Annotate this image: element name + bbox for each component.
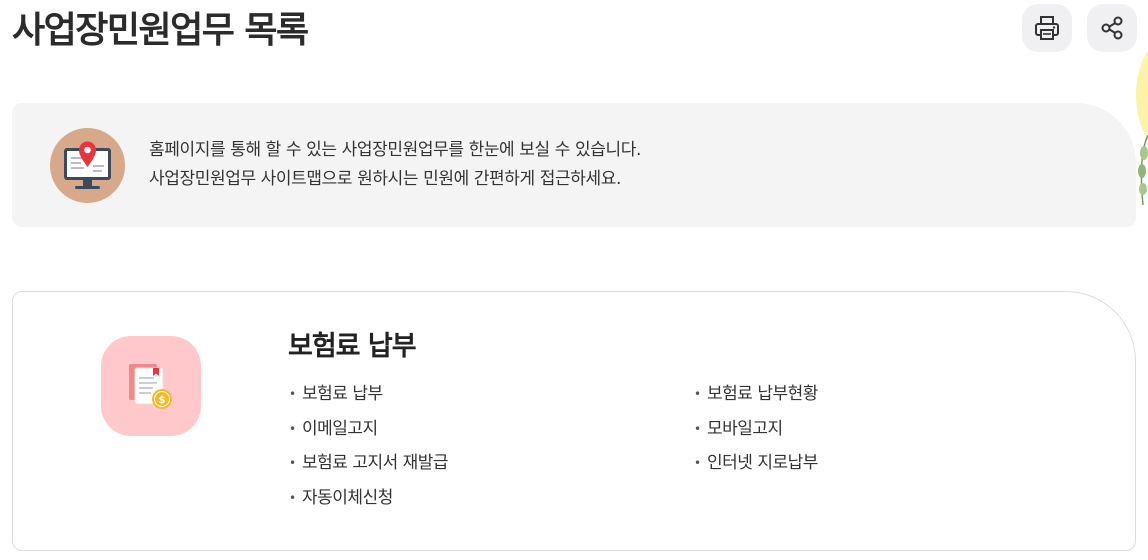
- link-label[interactable]: 모바일고지: [707, 419, 783, 439]
- link-label[interactable]: 인터넷 지로납부: [707, 453, 818, 473]
- document-coin-icon: $: [129, 364, 172, 409]
- link-email-notice[interactable]: • 이메일고지: [289, 415, 448, 450]
- link-label[interactable]: 보험료 납부: [302, 384, 383, 404]
- share-icon: [1101, 16, 1123, 40]
- info-line-1: 홈페이지를 통해 할 수 있는 사업장민원업무를 한눈에 보실 수 있습니다.: [149, 140, 641, 160]
- printer-icon: [1035, 16, 1059, 40]
- category-icon-badge: $: [101, 336, 201, 436]
- info-banner: 홈페이지를 통해 할 수 있는 사업장민원업무를 한눈에 보실 수 있습니다. …: [12, 103, 1136, 227]
- link-list-right: • 보험료 납부현황 • 모바일고지 • 인터넷 지로납부: [694, 380, 818, 484]
- print-button[interactable]: [1022, 4, 1072, 52]
- link-label[interactable]: 자동이체신청: [302, 488, 393, 508]
- bullet-icon: •: [694, 421, 701, 436]
- link-mobile-notice[interactable]: • 모바일고지: [694, 415, 818, 450]
- link-label[interactable]: 보험료 납부현황: [707, 384, 818, 404]
- bullet-icon: •: [289, 421, 296, 436]
- monitor-location-pin-icon: [50, 128, 125, 203]
- share-button[interactable]: [1087, 4, 1137, 52]
- section-title: 보험료 납부: [288, 331, 417, 362]
- link-auto-transfer[interactable]: • 자동이체신청: [289, 484, 448, 519]
- leaf-decoration-icon: [1138, 135, 1148, 205]
- bullet-icon: •: [694, 456, 701, 470]
- bullet-icon: •: [289, 456, 296, 470]
- decorative-blob: [1136, 40, 1148, 150]
- bullet-icon: •: [694, 387, 701, 401]
- link-label[interactable]: 이메일고지: [302, 419, 378, 439]
- link-payment-status[interactable]: • 보험료 납부현황: [694, 380, 818, 415]
- link-label[interactable]: 보험료 고지서 재발급: [302, 453, 449, 473]
- page-title: 사업장민원업무 목록: [12, 10, 309, 51]
- link-list-left: • 보험료 납부 • 이메일고지 • 보험료 고지서 재발급 • 자동이체신청: [289, 380, 449, 519]
- category-card-premium-payment: $ 보험료 납부 • 보험료 납부 • 이메일고지 • 보험료 고지서 재발급 • 자동…: [12, 291, 1136, 551]
- link-internet-giro[interactable]: • 인터넷 지로납부: [694, 449, 818, 484]
- link-premium-payment[interactable]: • 보험료 납부: [289, 380, 448, 415]
- link-reissue-notice[interactable]: • 보험료 고지서 재발급: [289, 449, 449, 484]
- bullet-icon: •: [289, 490, 296, 505]
- info-line-2: 사업장민원업무 사이트맵으로 원하시는 민원에 간편하게 접근하세요.: [149, 169, 621, 189]
- svg-text:$: $: [159, 395, 166, 406]
- bullet-icon: •: [289, 387, 296, 401]
